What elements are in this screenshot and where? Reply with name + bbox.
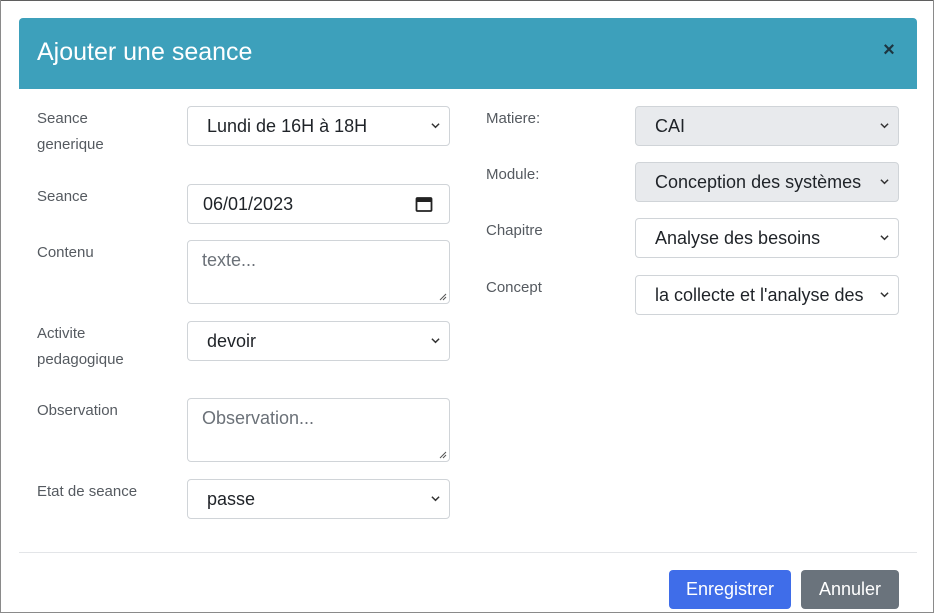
contenu-label: Contenu xyxy=(37,244,94,261)
contenu-textarea[interactable]: texte... xyxy=(187,240,450,304)
chevron-down-icon xyxy=(880,123,889,129)
save-button[interactable]: Enregistrer xyxy=(669,570,791,609)
chevron-down-icon xyxy=(431,496,440,502)
activite-label-line1: Activite xyxy=(37,325,86,342)
etat-select[interactable]: passe xyxy=(187,479,450,519)
module-label: Module: xyxy=(486,166,540,183)
seance-date-value: 06/01/2023 xyxy=(203,194,294,214)
chevron-down-icon xyxy=(880,292,889,298)
close-icon[interactable]: × xyxy=(879,40,899,60)
chevron-down-icon xyxy=(880,235,889,241)
seance-generique-value: Lundi de 16H à 18H xyxy=(207,116,368,136)
window-border-top xyxy=(0,0,934,1)
activite-label: Activite pedagogique xyxy=(37,321,124,373)
seance-generique-label: Seance generique xyxy=(37,106,104,158)
matiere-value: CAI xyxy=(655,116,686,136)
concept-label: Concept xyxy=(486,279,542,296)
module-value: Conception des systèmes xyxy=(655,172,862,192)
modal-title: Ajouter une seance xyxy=(37,38,253,66)
activite-value: devoir xyxy=(207,331,257,351)
chapitre-label: Chapitre xyxy=(486,222,543,239)
footer-divider xyxy=(19,552,917,553)
chapitre-value: Analyse des besoins xyxy=(655,228,821,248)
observation-textarea[interactable]: Observation... xyxy=(187,398,450,462)
matiere-label: Matiere: xyxy=(486,110,541,127)
concept-value: la collecte et l'analyse des xyxy=(655,285,864,305)
resize-handle-icon[interactable] xyxy=(438,292,447,301)
module-select[interactable]: Conception des systèmes xyxy=(635,162,899,202)
chevron-down-icon xyxy=(431,338,440,344)
chevron-down-icon xyxy=(880,179,889,185)
activite-label-line2: pedagogique xyxy=(37,351,124,368)
matiere-select[interactable]: CAI xyxy=(635,106,899,146)
activite-select[interactable]: devoir xyxy=(187,321,450,361)
etat-value: passe xyxy=(207,489,256,509)
seance-generique-label-line1: Seance xyxy=(37,110,88,127)
seance-label: Seance xyxy=(37,188,88,205)
etat-label: Etat de seance xyxy=(37,483,138,500)
chevron-down-icon xyxy=(431,123,440,129)
observation-placeholder: Observation... xyxy=(202,408,315,428)
seance-date-input[interactable]: 06/01/2023 xyxy=(187,184,450,224)
observation-label: Observation xyxy=(37,402,118,419)
resize-handle-icon[interactable] xyxy=(438,450,447,459)
modal-header: Ajouter une seance × xyxy=(19,18,917,89)
seance-generique-label-line2: generique xyxy=(37,136,104,153)
calendar-icon[interactable] xyxy=(415,195,433,213)
chapitre-select[interactable]: Analyse des besoins xyxy=(635,218,899,258)
seance-generique-select[interactable]: Lundi de 16H à 18H xyxy=(187,106,450,146)
cancel-button[interactable]: Annuler xyxy=(801,570,899,609)
window-border-left xyxy=(0,0,1,613)
concept-select[interactable]: la collecte et l'analyse des xyxy=(635,275,899,315)
contenu-placeholder: texte... xyxy=(202,250,257,270)
